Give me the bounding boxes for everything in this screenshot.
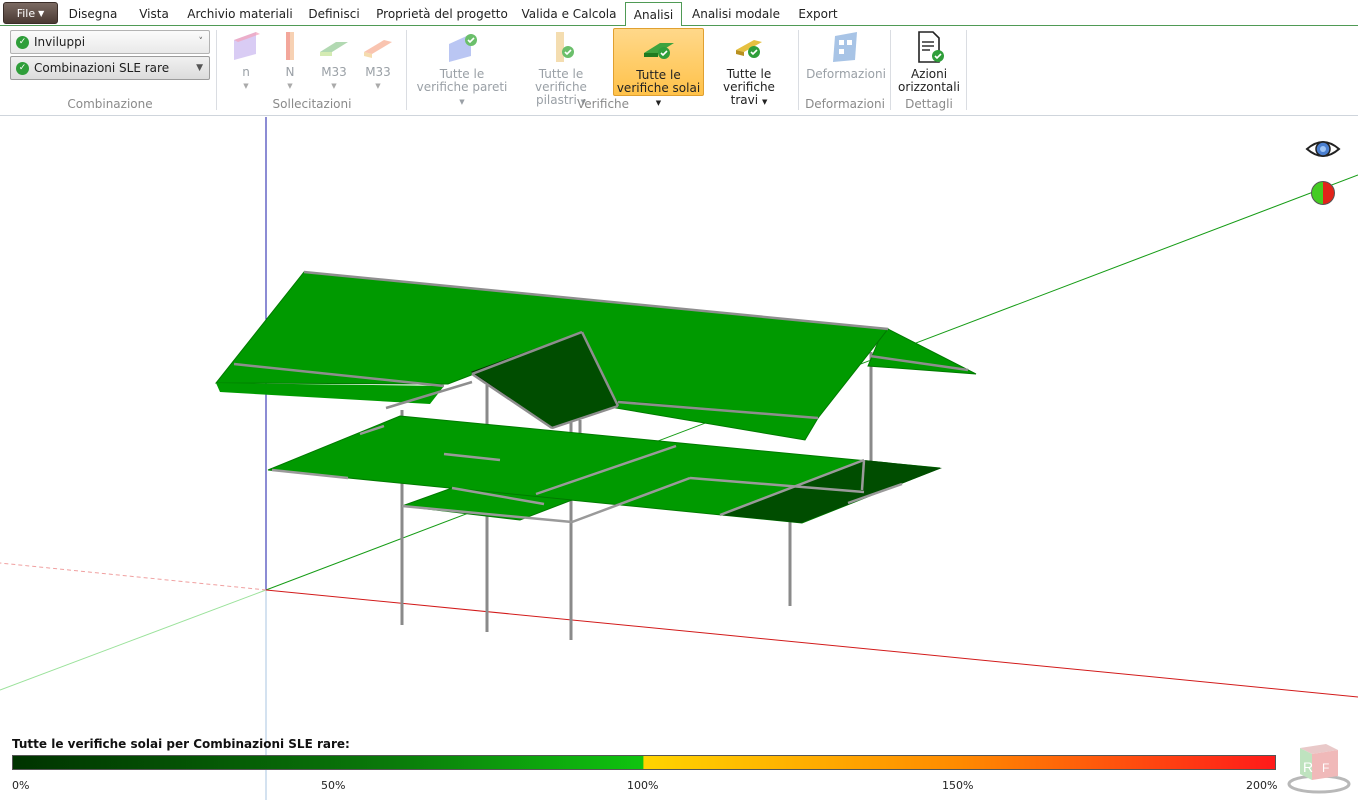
column-stress-icon bbox=[286, 32, 294, 60]
check-walls-label-2: verifiche pareti bbox=[416, 80, 508, 94]
stress-m33-slab-button[interactable]: M33 ▼ bbox=[316, 30, 352, 93]
envelope-select[interactable]: ✓ Inviluppi ˅ bbox=[10, 30, 210, 54]
stress-m33-slab-label: M33 bbox=[321, 65, 347, 79]
ribbon-panel: ✓ Inviluppi ˅ ✓ Combinazioni SLE rare ▼ … bbox=[0, 26, 1358, 116]
eye-icon[interactable] bbox=[1305, 137, 1341, 161]
chevron-down-icon: ▼ bbox=[38, 8, 45, 18]
deformations-label: Deformazioni bbox=[806, 67, 886, 81]
tab-export[interactable]: Export bbox=[790, 2, 846, 26]
legend-tick-200: 200% bbox=[1246, 779, 1278, 792]
group-label-verifiche: Verifiche bbox=[576, 97, 630, 111]
stress-n-small-label: n bbox=[242, 65, 250, 79]
tab-valida-calcola[interactable]: Valida e Calcola bbox=[518, 2, 620, 26]
deformation-icon bbox=[833, 32, 857, 62]
group-label-combinazione: Combinazione bbox=[67, 97, 153, 111]
tab-disegna[interactable]: Disegna bbox=[62, 2, 124, 26]
group-label-sollecitazioni: Sollecitazioni bbox=[272, 97, 352, 111]
check-columns-label-1: Tutte le bbox=[538, 67, 584, 81]
horizontal-actions-label-1: Azioni bbox=[910, 67, 948, 81]
stress-n-label: N bbox=[285, 65, 295, 79]
tab-definisci[interactable]: Definisci bbox=[302, 2, 366, 26]
legend-color-bar bbox=[12, 755, 1276, 770]
dropdown-arrow-icon: ▼ bbox=[243, 82, 249, 90]
dropdown-arrow-icon: ▼ bbox=[375, 82, 381, 90]
tab-vista[interactable]: Vista bbox=[130, 2, 178, 26]
group-separator bbox=[406, 30, 407, 110]
document-check-icon bbox=[918, 31, 944, 63]
check-slabs-button[interactable]: Tutte le verifiche solai ▼ bbox=[613, 28, 704, 107]
legend-title: Tutte le verifiche solai per Combinazion… bbox=[12, 737, 350, 751]
ribbon-tab-bar: File ▼ Disegna Vista Archivio materiali … bbox=[0, 0, 1358, 27]
dropdown-arrow-icon: ▼ bbox=[196, 63, 203, 73]
stress-n-button[interactable]: N ▼ bbox=[272, 30, 308, 93]
y-axis-negative bbox=[0, 589, 267, 691]
legend-tick-0: 0% bbox=[12, 779, 30, 792]
horizontal-actions-label-2: orizzontali bbox=[898, 80, 960, 94]
stress-m33-beam-button[interactable]: M33 ▼ bbox=[360, 30, 396, 93]
wall-check-icon bbox=[449, 34, 477, 62]
status-indicator-icon[interactable] bbox=[1311, 181, 1335, 205]
x-axis-negative bbox=[0, 562, 267, 591]
legend-tick-50: 50% bbox=[321, 779, 346, 792]
group-label-deformazioni: Deformazioni bbox=[805, 97, 885, 111]
check-walls-label-1: Tutte le bbox=[439, 67, 485, 81]
envelope-select-value: Inviluppi bbox=[34, 35, 86, 49]
group-separator bbox=[798, 30, 799, 110]
check-icon: ✓ bbox=[16, 61, 29, 75]
file-menu-label: File bbox=[16, 6, 36, 20]
stress-n-small-button[interactable]: n ▼ bbox=[226, 30, 266, 93]
model-canvas[interactable] bbox=[0, 117, 1358, 800]
group-separator bbox=[890, 30, 891, 110]
group-separator bbox=[216, 30, 217, 110]
chevron-down-icon: ˅ bbox=[198, 37, 204, 47]
check-beams-label-1: Tutte le bbox=[726, 67, 772, 81]
stress-m33-beam-label: M33 bbox=[365, 65, 391, 79]
application-window: File ▼ Disegna Vista Archivio materiali … bbox=[0, 0, 1358, 800]
deformations-button[interactable]: Deformazioni bbox=[806, 30, 886, 81]
svg-text:F: F bbox=[1322, 761, 1329, 775]
check-icon: ✓ bbox=[16, 35, 29, 49]
dropdown-arrow-icon: ▼ bbox=[331, 82, 337, 90]
file-menu-button[interactable]: File ▼ bbox=[3, 2, 58, 24]
navigation-cube-icon[interactable]: R F bbox=[1286, 742, 1352, 794]
dropdown-arrow-icon: ▼ bbox=[287, 82, 293, 90]
horizontal-actions-button[interactable]: Azioni orizzontali bbox=[898, 30, 960, 94]
legend-tick-150: 150% bbox=[942, 779, 974, 792]
roof-slab-right[interactable] bbox=[867, 328, 977, 375]
x-axis bbox=[265, 589, 1358, 698]
tab-analisi[interactable]: Analisi bbox=[625, 2, 682, 27]
slab-stress-icon bbox=[320, 42, 348, 56]
check-slabs-label-2: verifiche solai bbox=[616, 81, 701, 95]
slab-check-icon bbox=[643, 43, 674, 59]
legend-tick-100: 100% bbox=[627, 779, 659, 792]
tab-archivio-materiali[interactable]: Archivio materiali bbox=[184, 2, 296, 26]
column-check-icon bbox=[556, 32, 574, 62]
group-separator bbox=[966, 30, 967, 110]
check-slabs-label-1: Tutte le bbox=[636, 68, 681, 82]
combination-select[interactable]: ✓ Combinazioni SLE rare ▼ bbox=[10, 56, 210, 80]
combination-select-value: Combinazioni SLE rare bbox=[34, 61, 170, 75]
beam-check-icon bbox=[736, 40, 762, 58]
svg-text:R: R bbox=[1303, 759, 1313, 775]
tab-analisi-modale[interactable]: Analisi modale bbox=[688, 2, 784, 26]
tab-proprieta-progetto[interactable]: Proprietà del progetto bbox=[372, 2, 512, 26]
3d-viewport[interactable] bbox=[0, 117, 1358, 800]
beam-stress-icon bbox=[364, 40, 392, 58]
group-label-dettagli: Dettagli bbox=[905, 97, 953, 111]
wall-stress-icon bbox=[234, 32, 260, 60]
